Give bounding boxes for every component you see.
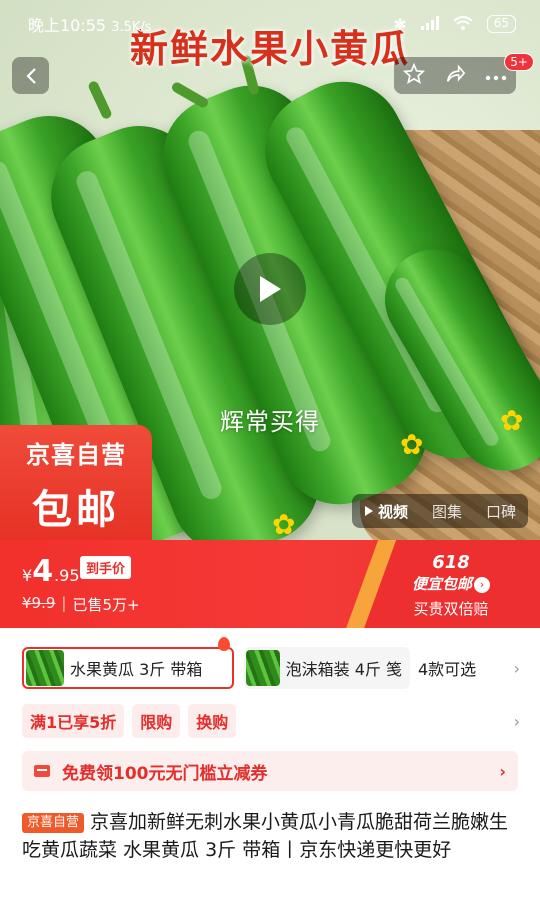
sku-thumbnail (246, 650, 280, 686)
signal-icon (420, 15, 439, 34)
chevron-right-icon[interactable]: › (514, 659, 520, 678)
product-hero-image[interactable]: ✿ ✿ ✿ 新鲜水果小黄瓜 晚上10:55 3.5K/s ✱ 65 5+ 辉常买… (0, 0, 540, 540)
media-tabs: 视频 图集 口碑 (351, 494, 528, 528)
original-price: ¥9.9 (22, 594, 56, 612)
promo-sub: 买贵双倍赔 (413, 600, 489, 618)
chevron-right-icon: › (474, 577, 490, 593)
promo-tag-discount[interactable]: 满1已享5折 (22, 704, 125, 738)
sku-label: 水果黄瓜 3斤 带箱 (70, 660, 203, 679)
play-video-button[interactable] (234, 253, 306, 325)
sku-count: 4款可选 (418, 660, 477, 679)
tab-video[interactable]: 视频 (352, 501, 420, 522)
promotion-tags[interactable]: 满1已享5折 限购 换购 › (22, 704, 520, 738)
more-icon[interactable] (485, 66, 507, 85)
badge-line2: 包邮 (32, 487, 120, 533)
coupon-banner[interactable]: 免费领100元无门槛立减券 › (22, 751, 518, 791)
status-time: 晚上10:55 3.5K/s (28, 16, 152, 35)
status-bar: 晚上10:55 3.5K/s ✱ 65 (28, 10, 516, 38)
top-actions-bar (394, 57, 516, 94)
sku-thumbnail (26, 650, 64, 686)
sku-option-selected[interactable]: 水果黄瓜 3斤 带箱 (22, 637, 234, 689)
play-icon (260, 276, 281, 302)
price-bar: ¥4.95 到手价 ¥9.9 | 已售5万+ 618 便宜包邮 › 买贵双倍赔 (0, 540, 540, 628)
jingxi-free-shipping-badge: 京喜自营 包邮 (0, 425, 152, 540)
coupon-icon (34, 765, 50, 777)
promo-tag-limit[interactable]: 限购 (132, 704, 181, 738)
cucumber-stem-graphic (170, 80, 210, 110)
cucumber-stem-graphic (87, 79, 113, 121)
bluetooth-icon: ✱ (393, 14, 407, 34)
flower-icon: ✿ (272, 508, 296, 540)
hot-flame-icon (218, 637, 230, 651)
chevron-left-icon (25, 67, 36, 84)
promo-label: 便宜包邮 (411, 575, 472, 593)
product-title-text: 京喜加新鲜无刺水果小黄瓜小青瓜脆甜荷兰脆嫩生吃黄瓜蔬菜 水果黄瓜 3斤 带箱丨京… (22, 811, 509, 861)
sku-option[interactable]: 泡沫箱装 4斤 笺 (244, 647, 410, 689)
chevron-right-icon[interactable]: › (514, 712, 520, 731)
sku-label: 泡沫箱装 4斤 笺 (285, 660, 402, 679)
favorite-star-icon[interactable] (403, 62, 426, 89)
price-sub-info: ¥9.9 | 已售5万+ (22, 594, 140, 614)
play-small-icon (364, 506, 373, 516)
promo-618-panel[interactable]: 618 便宜包邮 › 买贵双倍赔 (386, 552, 516, 619)
back-button[interactable] (12, 57, 49, 94)
promo-618-number: 618 (432, 552, 470, 573)
jingxi-self-operated-badge: 京喜自营 (22, 813, 85, 833)
coupon-text: 免费领100元无门槛立减券 (62, 763, 268, 784)
sold-count: 已售5万+ (72, 596, 140, 614)
chevron-right-icon: › (499, 761, 506, 781)
wifi-icon (453, 15, 473, 34)
product-title: 京喜自营 京喜加新鲜无刺水果小黄瓜小青瓜脆甜荷兰脆嫩生吃黄瓜蔬菜 水果黄瓜 3斤 … (22, 808, 522, 864)
share-icon[interactable] (444, 63, 466, 89)
badge-line1: 京喜自营 (26, 441, 126, 469)
battery-icon: 65 (486, 15, 516, 33)
current-price: ¥4.95 (22, 554, 80, 589)
tab-reviews[interactable]: 口碑 (474, 501, 528, 522)
final-price-tag: 到手价 (80, 556, 132, 579)
sku-selector[interactable]: 水果黄瓜 3斤 带箱 泡沫箱装 4斤 笺 4款可选 › (22, 637, 520, 690)
notification-badge: 5+ (504, 53, 534, 71)
tab-gallery[interactable]: 图集 (420, 501, 474, 522)
promo-tag-exchange[interactable]: 换购 (188, 704, 237, 738)
